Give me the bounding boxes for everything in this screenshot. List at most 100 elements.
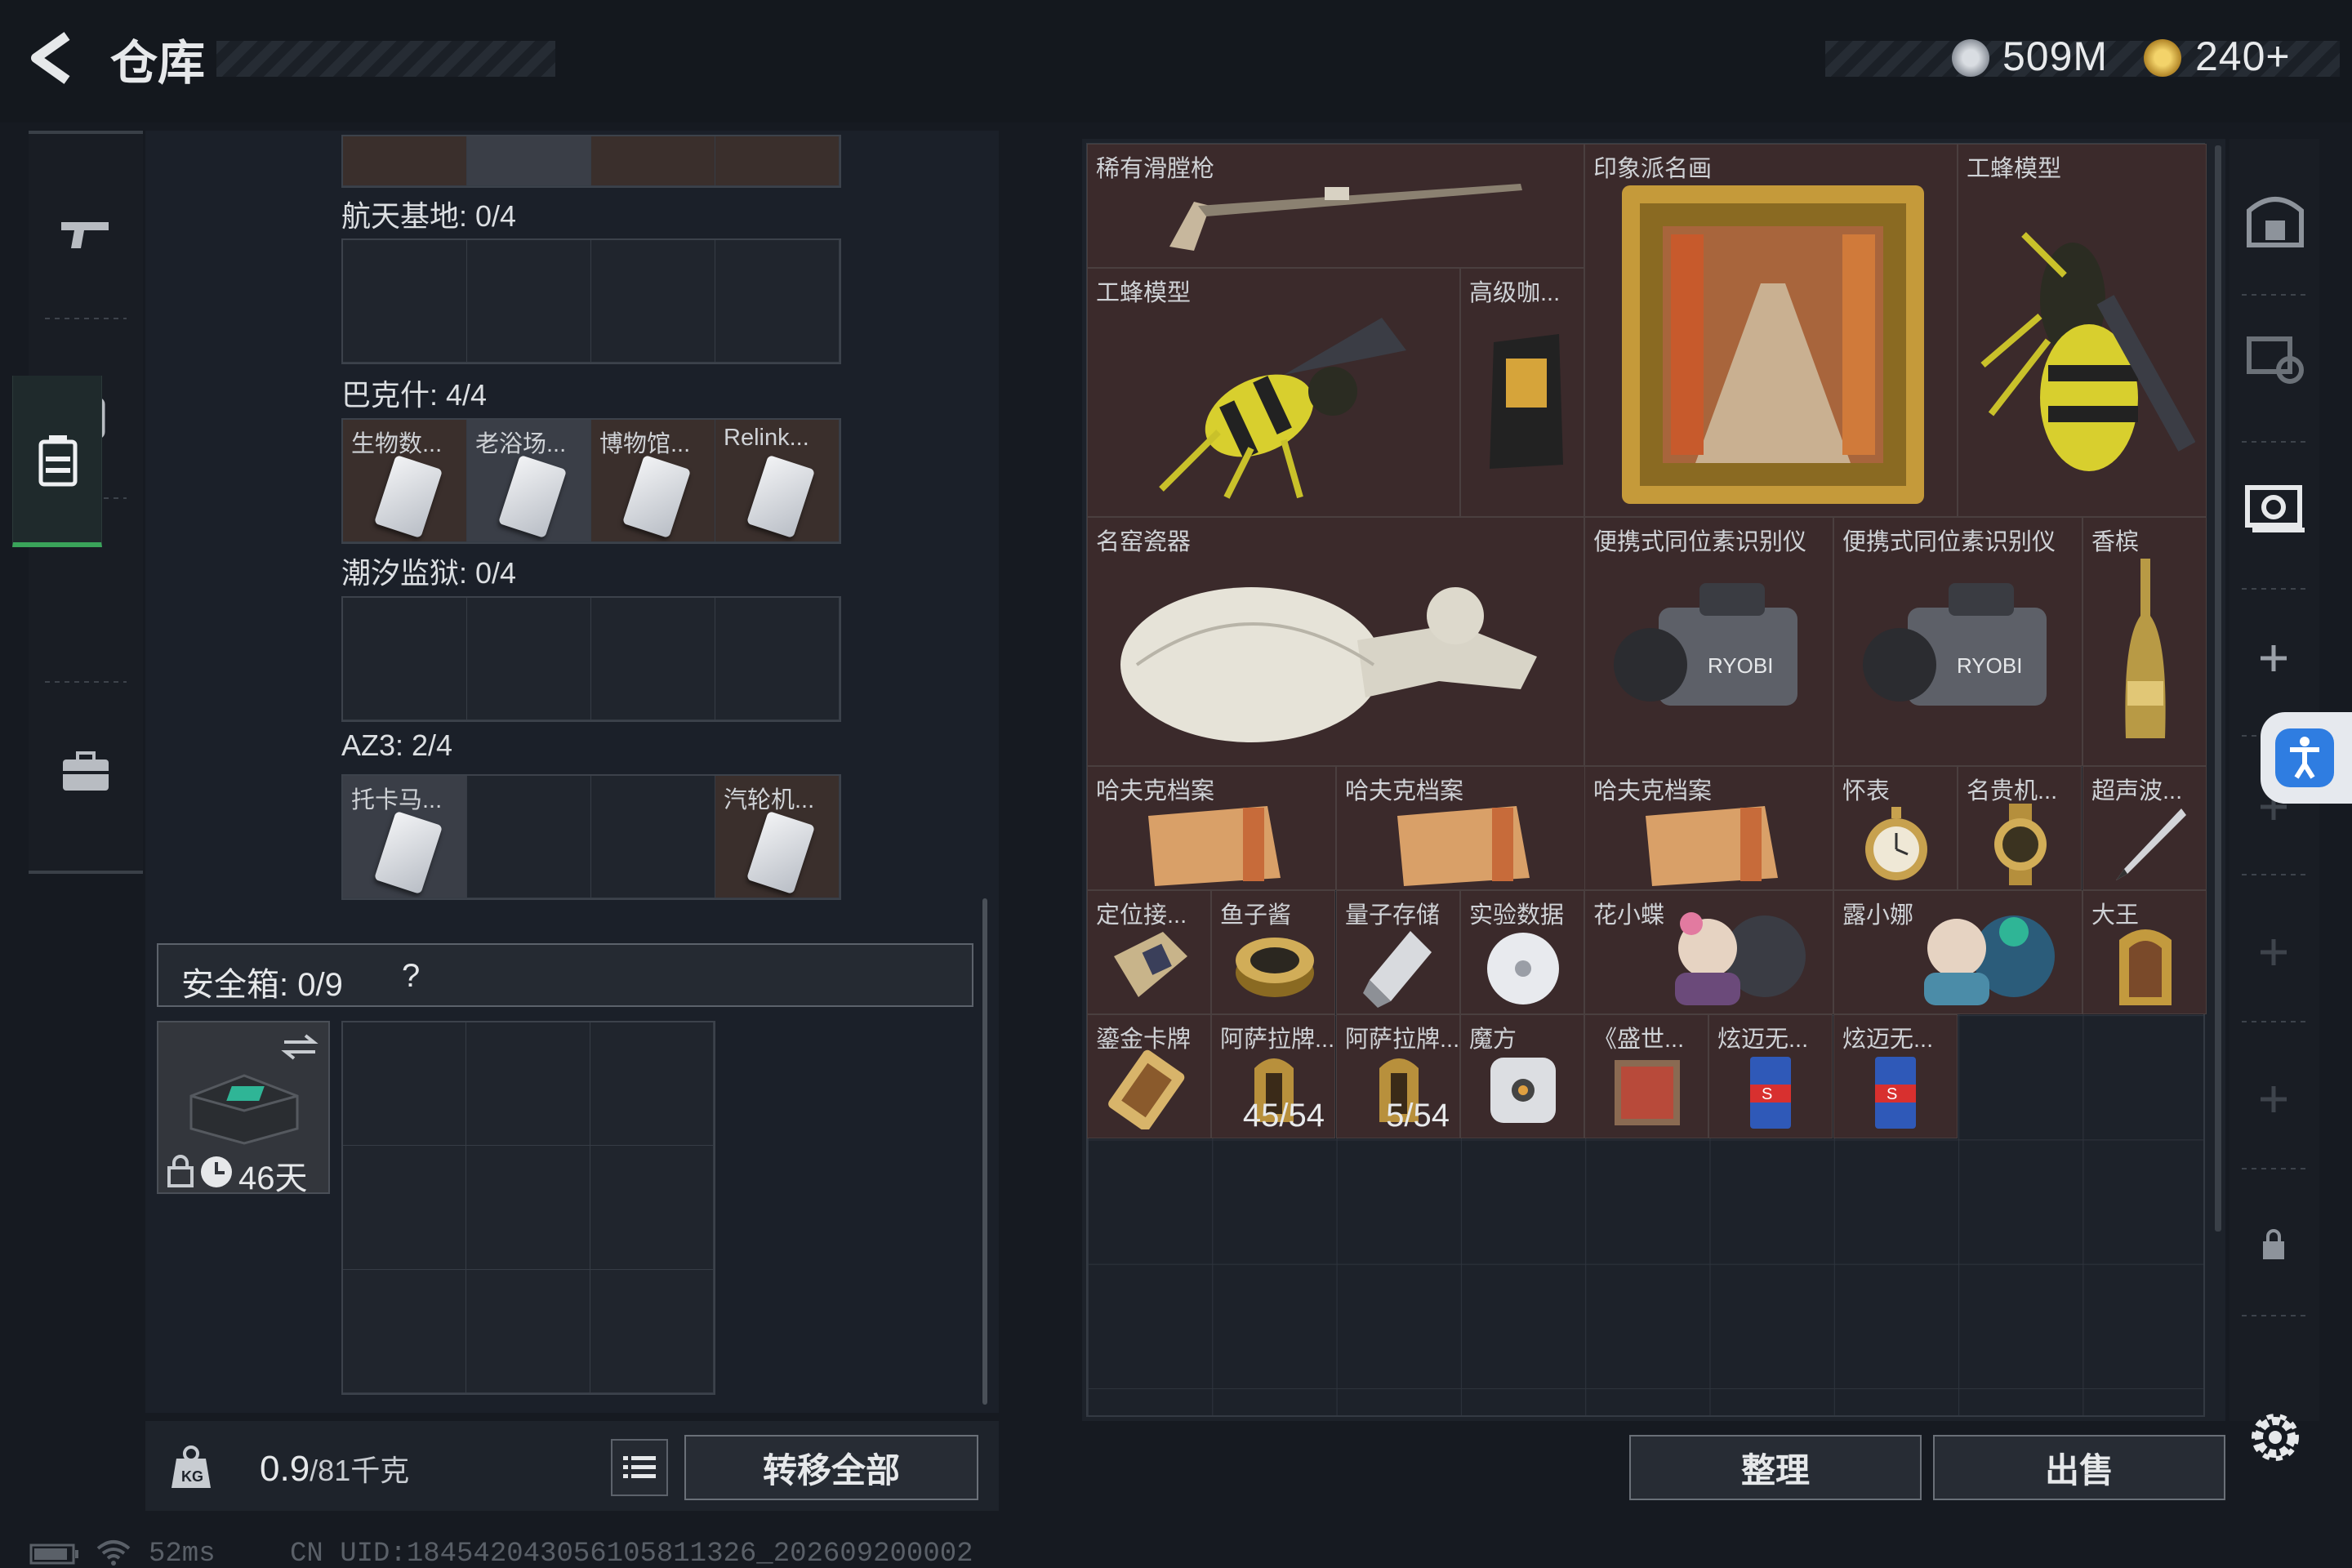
champagne-icon xyxy=(2125,559,2166,738)
keycard-icon xyxy=(746,454,816,539)
item-caviar[interactable]: 鱼子酱 xyxy=(1211,890,1335,1014)
item-bee-model[interactable]: 工蜂模型 xyxy=(1087,268,1460,517)
item-isotope-scanner[interactable]: 便携式同位素识别仪 RYOBI xyxy=(1584,517,1833,766)
empty-slot[interactable] xyxy=(715,598,840,720)
empty-slot[interactable] xyxy=(591,776,715,898)
storage-icon xyxy=(29,433,87,490)
empty-slot[interactable] xyxy=(591,240,715,363)
item-dawang[interactable]: 大王 xyxy=(2082,890,2207,1014)
add-storage-icon[interactable] xyxy=(2257,936,2290,969)
empty-slot[interactable] xyxy=(343,1146,467,1270)
battery-icon xyxy=(29,1544,78,1565)
keycard-slot[interactable]: Relink... xyxy=(715,420,840,542)
empty-slot[interactable] xyxy=(466,1269,590,1393)
list-view-button[interactable] xyxy=(611,1439,668,1496)
item-haavk-file[interactable]: 哈夫克档案 xyxy=(1584,766,1833,890)
safe-box-container[interactable]: 46天 xyxy=(157,1021,330,1196)
empty-slot[interactable] xyxy=(467,598,591,720)
accessibility-button[interactable] xyxy=(2261,712,2352,804)
keycard-slot[interactable]: 博物馆... xyxy=(591,420,715,542)
empty-slot[interactable] xyxy=(590,1022,714,1147)
keycard-slot[interactable]: 老浴场... xyxy=(467,420,591,542)
add-storage-icon[interactable] xyxy=(2257,642,2290,675)
empty-slot[interactable] xyxy=(590,1146,714,1270)
storage-scrollbar[interactable] xyxy=(2215,145,2221,1232)
item-gold-card[interactable]: 鎏金卡牌 xyxy=(1087,1014,1211,1138)
item-haavk-file[interactable]: 哈夫克档案 xyxy=(1087,766,1336,890)
help-icon[interactable]: ? xyxy=(402,958,420,995)
empty-slot[interactable] xyxy=(591,598,715,720)
luxury-watch-icon xyxy=(1994,804,2047,885)
storage-tab-1-icon[interactable] xyxy=(2244,188,2306,250)
section-title: AZ3: 2/4 xyxy=(341,728,453,762)
item-musket[interactable]: 稀有滑膛枪 xyxy=(1087,144,1584,268)
item-asala-token[interactable]: 阿萨拉牌... 45/54 xyxy=(1211,1014,1335,1138)
slot[interactable] xyxy=(591,136,715,186)
back-arrow-icon[interactable] xyxy=(24,29,82,87)
title-decoration xyxy=(216,41,555,77)
transfer-all-button[interactable]: 转移全部 xyxy=(684,1435,978,1500)
bee-model-icon xyxy=(1159,318,1406,499)
briefcase-icon[interactable] xyxy=(57,743,114,800)
item-ultrasonic[interactable]: 超声波... xyxy=(2082,766,2207,890)
storage-tab-2-icon[interactable] xyxy=(2244,331,2306,388)
sort-button[interactable]: 整理 xyxy=(1629,1435,1922,1500)
weight-current: 0.9 xyxy=(260,1449,310,1489)
item-asala-token[interactable]: 阿萨拉牌... 5/54 xyxy=(1336,1014,1460,1138)
empty-slot[interactable] xyxy=(343,598,467,720)
item-experiment-data[interactable]: 实验数据 xyxy=(1460,890,1584,1014)
item-figure-luxiaona[interactable]: 露小娜 xyxy=(1833,890,2082,1014)
clock-icon xyxy=(201,1156,232,1187)
ping-readout: 52ms xyxy=(149,1539,216,1568)
swap-icon[interactable] xyxy=(281,1032,318,1062)
slot[interactable] xyxy=(715,136,840,186)
empty-slot[interactable] xyxy=(343,1269,467,1393)
weight-readout: 0.9/81千克 xyxy=(260,1447,409,1490)
item-cube[interactable]: 魔方 xyxy=(1460,1014,1584,1138)
nav-item-storage-active[interactable] xyxy=(12,376,102,547)
safe-case-icon xyxy=(189,1074,299,1145)
empty-slot[interactable] xyxy=(343,1022,467,1147)
empty-slot[interactable] xyxy=(467,776,591,898)
musket-icon xyxy=(1169,184,1522,251)
keycard-slot[interactable]: 托卡马... xyxy=(343,776,467,898)
slot[interactable] xyxy=(467,136,591,186)
add-storage-icon[interactable] xyxy=(2257,1083,2290,1116)
currency-gold-amount[interactable]: 240+ xyxy=(2195,33,2291,80)
empty-slot[interactable] xyxy=(466,1022,590,1147)
item-coffee[interactable]: 高级咖... xyxy=(1460,268,1584,517)
stack-count: 5/54 xyxy=(1386,1098,1450,1134)
item-porcelain[interactable]: 名窑瓷器 xyxy=(1087,517,1584,766)
item-isotope-scanner[interactable]: 便携式同位素识别仪 RYOBI xyxy=(1833,517,2082,766)
item-figure-huaxiaodie[interactable]: 花小蝶 xyxy=(1584,890,1833,1014)
safe-box-header: 安全箱: 0/9 ? xyxy=(157,943,973,1007)
item-pocket-watch[interactable]: 怀表 xyxy=(1833,766,1958,890)
item-gum[interactable]: 炫迈无... S xyxy=(1708,1014,1833,1138)
sell-button[interactable]: 出售 xyxy=(1933,1435,2225,1500)
empty-slot[interactable] xyxy=(466,1146,590,1270)
storage-tab-3-icon[interactable] xyxy=(2244,478,2310,538)
list-icon xyxy=(623,1456,656,1478)
item-champagne[interactable]: 香槟 xyxy=(2082,517,2207,766)
keycard-slot[interactable]: 生物数... xyxy=(343,420,467,542)
slot[interactable] xyxy=(343,136,467,186)
porcelain-icon xyxy=(1120,587,1537,742)
item-painting[interactable]: 印象派名画 xyxy=(1584,144,1958,517)
keycard-slot[interactable]: 汽轮机... xyxy=(715,776,840,898)
settings-gear-icon[interactable] xyxy=(2247,1410,2303,1465)
left-scrollbar[interactable] xyxy=(982,898,987,1405)
empty-slot[interactable] xyxy=(715,240,840,363)
item-haavk-file[interactable]: 哈夫克档案 xyxy=(1336,766,1585,890)
item-bee-model[interactable]: 工蜂模型 xyxy=(1958,144,2207,517)
item-locator[interactable]: 定位接... xyxy=(1087,890,1211,1014)
gun-icon[interactable] xyxy=(57,207,114,265)
item-quantum-storage[interactable]: 量子存储 xyxy=(1336,890,1460,1014)
empty-slot[interactable] xyxy=(467,240,591,363)
item-book[interactable]: 《盛世... xyxy=(1584,1014,1708,1138)
empty-slot[interactable] xyxy=(343,240,467,363)
svg-text:S: S xyxy=(1886,1085,1897,1103)
item-gum[interactable]: 炫迈无... S xyxy=(1833,1014,1958,1138)
empty-slot[interactable] xyxy=(590,1269,714,1393)
svg-text:S: S xyxy=(1762,1085,1772,1103)
item-luxury-watch[interactable]: 名贵机... xyxy=(1958,766,2082,890)
